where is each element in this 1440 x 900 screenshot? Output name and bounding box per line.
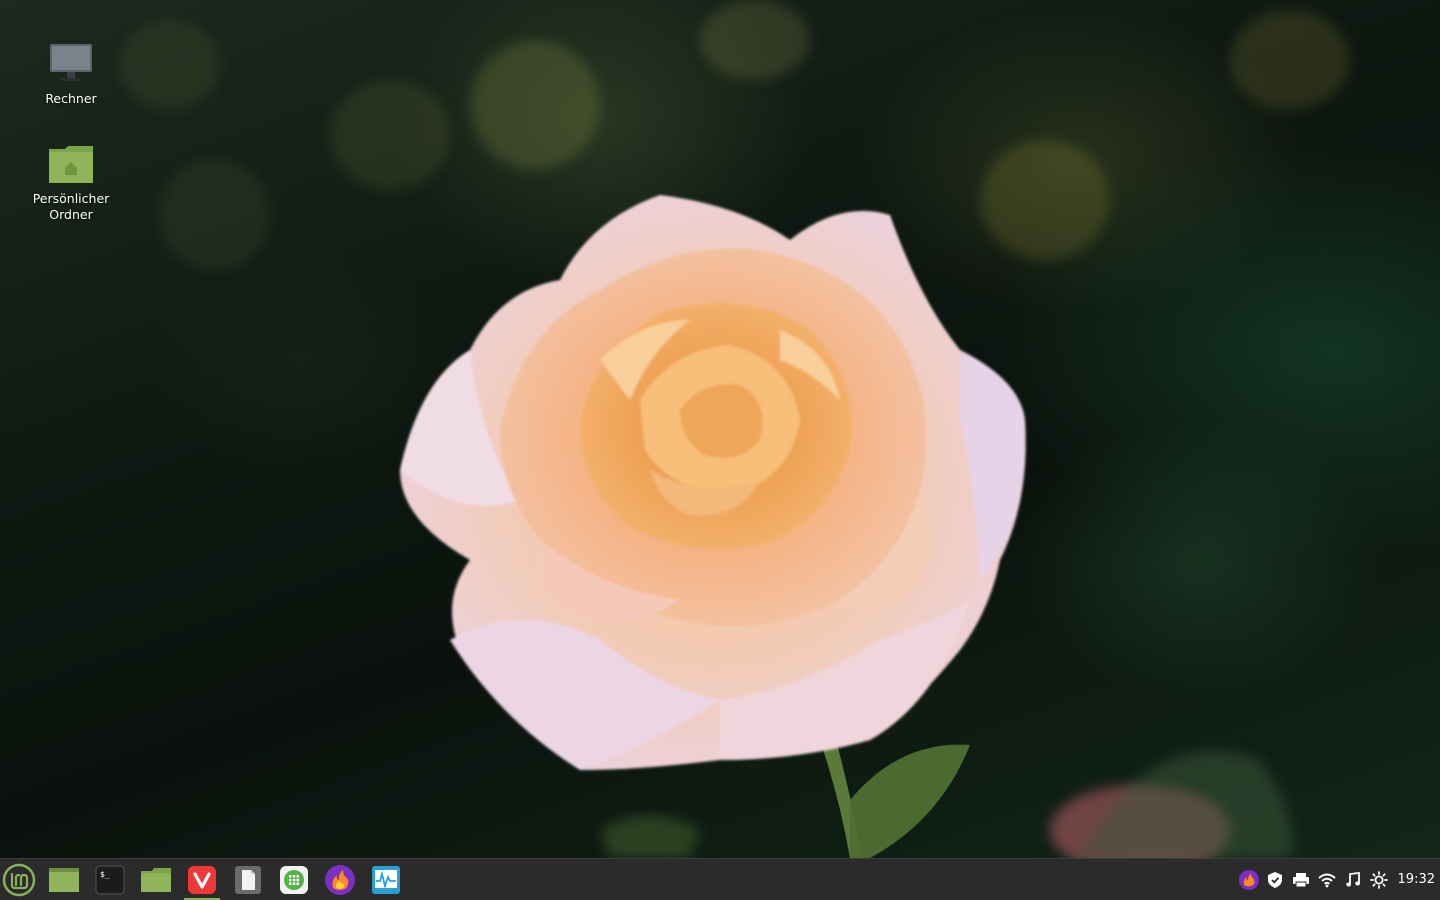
- desktop-icon-label: Persönlicher Ordner: [32, 191, 110, 222]
- text-editor-icon: [235, 865, 261, 894]
- vivaldi-launcher[interactable]: [182, 860, 222, 900]
- desktop-icon-computer[interactable]: Rechner: [21, 40, 121, 107]
- show-desktop-button[interactable]: [44, 860, 84, 900]
- tray-firefox[interactable]: [1236, 860, 1262, 900]
- panel-left: $_: [0, 859, 409, 900]
- tray-update-manager[interactable]: [1262, 860, 1288, 900]
- terminal-icon: $_: [95, 865, 125, 894]
- system-tray: 19:32: [1236, 859, 1440, 900]
- shield-icon: [1267, 871, 1282, 888]
- panel-clock[interactable]: 19:32: [1392, 872, 1440, 887]
- tray-sound[interactable]: [1340, 860, 1366, 900]
- taskbar-panel: $_ 19:32: [0, 858, 1440, 900]
- vivaldi-icon: [188, 865, 216, 894]
- rose-wallpaper: [400, 195, 1292, 858]
- spreadsheet-icon: [280, 865, 308, 894]
- files-icon: [141, 867, 171, 892]
- home-folder-icon: [47, 140, 95, 188]
- brightness-icon: [1369, 870, 1388, 889]
- spreadsheet-launcher[interactable]: [274, 860, 314, 900]
- files-launcher[interactable]: [136, 860, 176, 900]
- tray-printer[interactable]: [1288, 860, 1314, 900]
- desktop-icon-home-folder[interactable]: Persönlicher Ordner: [21, 140, 121, 223]
- mint-menu-button[interactable]: [0, 860, 38, 900]
- printer-icon: [1292, 872, 1309, 887]
- show-desktop-icon: [49, 867, 79, 892]
- tray-network[interactable]: [1314, 860, 1340, 900]
- linux-mint-menu-icon: [2, 863, 36, 896]
- terminal-launcher[interactable]: $_: [90, 860, 130, 900]
- tray-brightness[interactable]: [1366, 860, 1392, 900]
- desktop-icon-label: Rechner: [45, 91, 97, 106]
- svg-text:$_: $_: [100, 870, 110, 879]
- desktop-background[interactable]: Rechner Persönlicher Ordner: [0, 0, 1440, 858]
- firefox-dev-icon: [325, 864, 355, 895]
- computer-icon: [47, 40, 95, 88]
- music-note-icon: [1345, 871, 1360, 886]
- text-editor-launcher[interactable]: [228, 860, 268, 900]
- firefox-dev-launcher[interactable]: [320, 860, 360, 900]
- system-monitor-launcher[interactable]: [366, 860, 406, 900]
- firefox-tray-icon: [1238, 869, 1259, 890]
- system-monitor-icon: [372, 865, 400, 894]
- wifi-icon: [1317, 873, 1336, 887]
